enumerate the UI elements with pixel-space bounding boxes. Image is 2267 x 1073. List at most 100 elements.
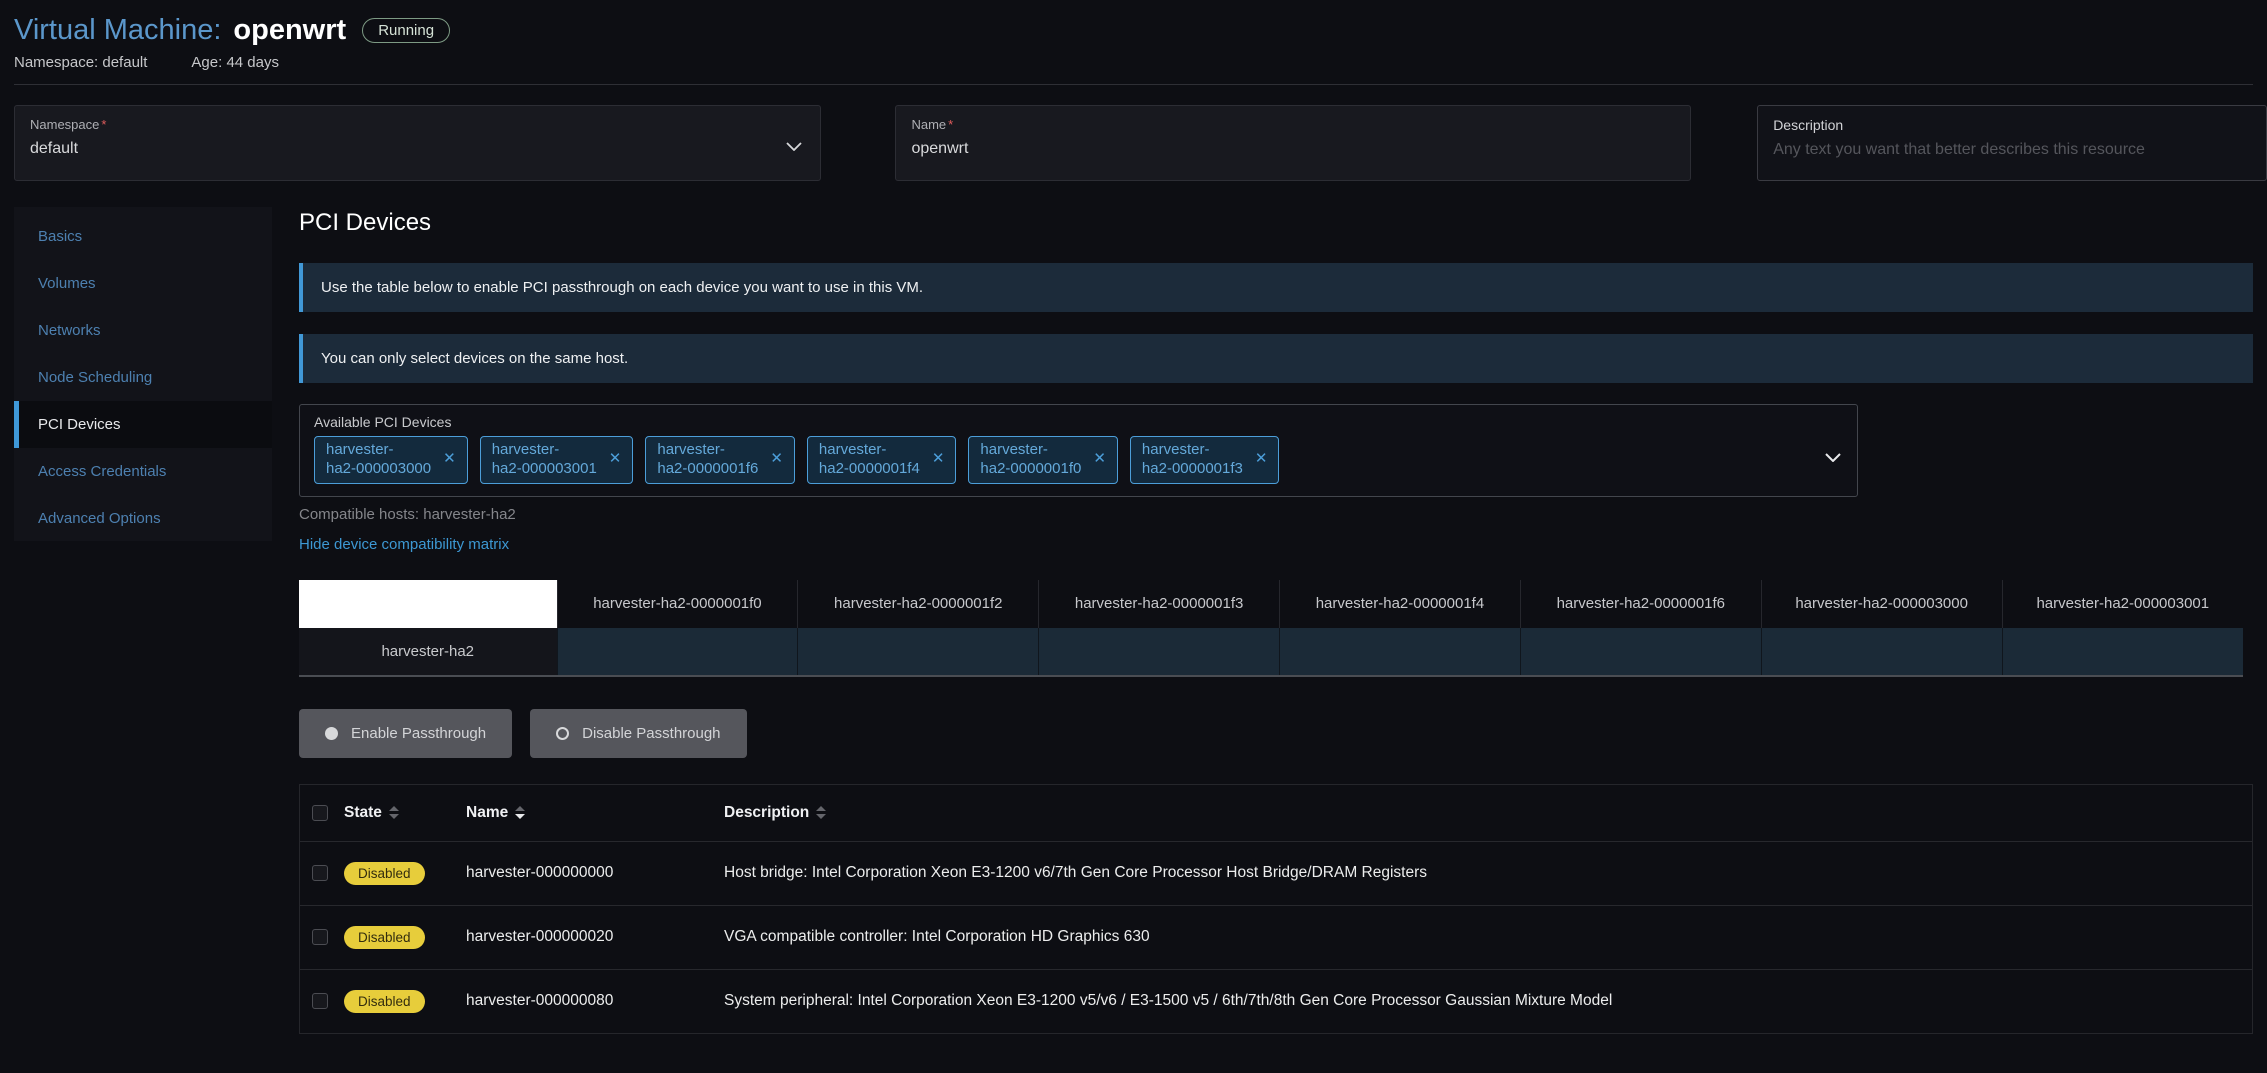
name-label: Name* (911, 117, 1675, 132)
matrix-cell (1520, 628, 1761, 676)
sort-up-icon (515, 806, 525, 811)
device-name-cell: harvester-000000020 (466, 928, 724, 946)
chevron-down-icon (1825, 449, 1841, 467)
sidebar-item-volumes[interactable]: Volumes (14, 260, 272, 307)
description-placeholder: Any text you want that better describes … (1773, 141, 2251, 159)
page-title: Virtual Machine: (14, 14, 221, 47)
sort-carets-icon (515, 806, 525, 819)
matrix-column-header: harvester-ha2-0000001f6 (1520, 580, 1761, 628)
device-chip: harvester- ha2-0000001f3 ✕ (1130, 436, 1280, 484)
column-header-description[interactable]: Description (724, 804, 2252, 822)
matrix-column-header: harvester-ha2-0000001f0 (557, 580, 798, 628)
description-label: Description (1773, 117, 2251, 133)
state-cell: Disabled (344, 990, 466, 1013)
column-header-label: Name (466, 804, 508, 822)
chip-remove-icon[interactable]: ✕ (1093, 450, 1106, 469)
device-chip-label: harvester- ha2-0000001f3 (1142, 441, 1243, 479)
header-divider (14, 84, 2253, 85)
matrix-corner-cell (299, 580, 557, 628)
pci-device-table: StateNameDescription Disabledharvester-0… (299, 784, 2253, 1034)
sidebar-item-advanced-options[interactable]: Advanced Options (14, 495, 272, 542)
column-header-state[interactable]: State (344, 804, 466, 822)
title-row: Virtual Machine: openwrt Running (14, 14, 2253, 47)
sidebar-item-access-credentials[interactable]: Access Credentials (14, 448, 272, 495)
enable-passthrough-label: Enable Passthrough (351, 725, 486, 742)
required-mark: * (948, 117, 953, 132)
row-checkbox[interactable] (312, 865, 328, 881)
passthrough-actions: Enable Passthrough Disable Passthrough (299, 709, 2267, 758)
device-chip: harvester- ha2-000003000 ✕ (314, 436, 468, 484)
matrix-cell (1280, 628, 1521, 676)
state-cell: Disabled (344, 926, 466, 949)
column-header-name[interactable]: Name (466, 804, 724, 822)
selected-device-chips: harvester- ha2-000003000✕harvester- ha2-… (314, 436, 1843, 484)
chip-remove-icon[interactable]: ✕ (932, 450, 945, 469)
state-badge: Disabled (344, 926, 425, 949)
sort-up-icon (389, 806, 399, 811)
sort-down-icon (389, 814, 399, 819)
name-field[interactable]: Name* openwrt (895, 105, 1691, 181)
compatible-hosts-text: Compatible hosts: harvester-ha2 (299, 506, 2267, 523)
matrix-cell (557, 628, 798, 676)
vm-name: openwrt (233, 14, 346, 47)
namespace-label: Namespace* (30, 117, 805, 132)
available-pci-devices-select[interactable]: Available PCI Devices harvester- ha2-000… (299, 404, 1858, 497)
sort-carets-icon (816, 806, 826, 819)
device-chip: harvester- ha2-000003001 ✕ (480, 436, 634, 484)
sidebar-item-node-scheduling[interactable]: Node Scheduling (14, 354, 272, 401)
row-checkbox-cell (300, 929, 344, 945)
matrix-column-header: harvester-ha2-0000001f2 (798, 580, 1039, 628)
sort-carets-icon (389, 806, 399, 819)
device-chip-label: harvester- ha2-0000001f0 (980, 441, 1081, 479)
name-value: openwrt (911, 140, 1675, 158)
sort-up-icon (816, 806, 826, 811)
device-chip-label: harvester- ha2-000003000 (326, 441, 431, 479)
matrix-cell (798, 628, 1039, 676)
status-badge: Running (362, 18, 450, 43)
device-chip: harvester- ha2-0000001f4 ✕ (807, 436, 957, 484)
device-description-cell: VGA compatible controller: Intel Corpora… (724, 928, 2252, 946)
chip-remove-icon[interactable]: ✕ (609, 450, 622, 469)
chip-remove-icon[interactable]: ✕ (443, 450, 456, 469)
outline-circle-icon (556, 727, 569, 740)
select-all-checkbox[interactable] (312, 805, 328, 821)
row-checkbox[interactable] (312, 993, 328, 1009)
enable-passthrough-button[interactable]: Enable Passthrough (299, 709, 512, 758)
hide-compatibility-matrix-link[interactable]: Hide device compatibility matrix (299, 536, 509, 553)
matrix-host-label: harvester-ha2 (299, 628, 557, 676)
sidebar-item-networks[interactable]: Networks (14, 307, 272, 354)
disable-passthrough-button[interactable]: Disable Passthrough (530, 709, 746, 758)
section-title: PCI Devices (299, 209, 2267, 237)
device-table-row: Disabledharvester-000000080System periph… (300, 969, 2252, 1033)
page-header: Virtual Machine: openwrt Running Namespa… (0, 0, 2267, 85)
info-banner-same-host: You can only select devices on the same … (299, 334, 2253, 383)
filled-circle-icon (325, 727, 338, 740)
matrix-cell (1039, 628, 1280, 676)
chip-remove-icon[interactable]: ✕ (1255, 450, 1268, 469)
sidebar-nav: BasicsVolumesNetworksNode SchedulingPCI … (14, 207, 272, 541)
row-checkbox[interactable] (312, 929, 328, 945)
matrix-column-header: harvester-ha2-000003000 (1761, 580, 2002, 628)
row-checkbox-cell (300, 993, 344, 1009)
device-name-cell: harvester-000000000 (466, 864, 724, 882)
chevron-down-icon (786, 138, 802, 156)
device-chip-label: harvester- ha2-0000001f4 (819, 441, 920, 479)
sort-down-icon (515, 814, 525, 819)
device-description-cell: System peripheral: Intel Corporation Xeo… (724, 992, 2252, 1010)
device-table-header: StateName Description (300, 785, 2252, 841)
meta-row: Namespace: default Age: 44 days (14, 54, 2253, 71)
sidebar-item-basics[interactable]: Basics (14, 213, 272, 260)
description-field[interactable]: Description Any text you want that bette… (1757, 105, 2267, 181)
device-table-row: Disabledharvester-000000000Host bridge: … (300, 841, 2252, 905)
disable-passthrough-label: Disable Passthrough (582, 725, 720, 742)
state-badge: Disabled (344, 862, 425, 885)
available-pci-devices-label: Available PCI Devices (314, 414, 1843, 430)
chip-remove-icon[interactable]: ✕ (770, 450, 783, 469)
required-mark: * (101, 117, 106, 132)
namespace-select[interactable]: Namespace* default (14, 105, 821, 181)
device-chip-label: harvester- ha2-0000001f6 (657, 441, 758, 479)
main-area: BasicsVolumesNetworksNode SchedulingPCI … (0, 207, 2267, 1034)
sidebar-item-pci-devices[interactable]: PCI Devices (14, 401, 272, 448)
device-chip-label: harvester- ha2-000003001 (492, 441, 597, 479)
state-cell: Disabled (344, 862, 466, 885)
